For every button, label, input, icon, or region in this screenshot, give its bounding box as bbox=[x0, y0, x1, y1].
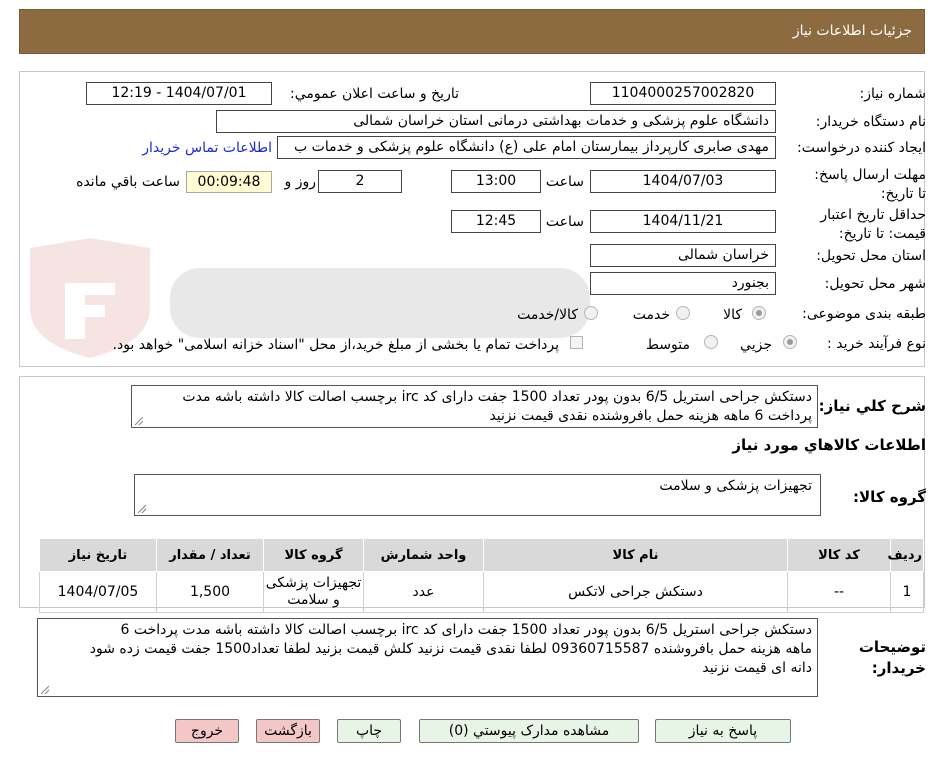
deadline-date-field: 1404/07/03 bbox=[590, 170, 776, 193]
summary-line-2: پرداخت 6 ماهه هزینه حمل بافروشنده نقدی ق… bbox=[489, 408, 812, 424]
cell-goods-name: دستکش جراحی لاتکس bbox=[483, 571, 788, 613]
summary-label: شرح کلي نياز: bbox=[818, 397, 926, 415]
goods-section-title: اطلاعات کالاهاي مورد نياز bbox=[732, 436, 926, 454]
category-radio-goods[interactable] bbox=[752, 306, 766, 320]
buyer-notes-label: توضيحات خريدار: bbox=[858, 638, 926, 677]
print-button[interactable]: چاپ bbox=[337, 719, 401, 743]
back-button[interactable]: بازگشت bbox=[256, 719, 320, 743]
remaining-time-field: 00:09:48 bbox=[186, 171, 272, 193]
category-label: طبقه بندی موضوعی: bbox=[802, 306, 926, 322]
deadline-time-label: ساعت bbox=[545, 174, 584, 190]
cell-unit: عدد bbox=[363, 571, 484, 613]
buyer-notes-line-1: دستکش جراحی استریل 6/5 بدون پودر تعداد 1… bbox=[120, 622, 812, 638]
buyer-org-field: دانشگاه علوم پزشکی و خدمات بهداشتی درمان… bbox=[216, 110, 776, 133]
buyer-notes-line-3: دانه ای قیمت نزنید bbox=[702, 660, 812, 676]
view-attachments-button[interactable]: مشاهده مدارک پیوستي (0) bbox=[419, 719, 639, 743]
summary-line-1: دستکش جراحی استریل 6/5 بدون پودر تعداد 1… bbox=[182, 389, 812, 405]
process-option-medium: متوسط bbox=[646, 337, 690, 353]
col-goods-name: نام کالا bbox=[483, 538, 788, 572]
process-label: نوع فرآیند خرید : bbox=[827, 336, 926, 352]
category-radio-service[interactable] bbox=[676, 306, 690, 320]
category-option-service: خدمت bbox=[632, 307, 670, 323]
category-radio-goods-service[interactable] bbox=[584, 306, 598, 320]
col-goods-group: گروه کالا bbox=[263, 538, 364, 572]
table-row: 1404/07/05 1,500 تجهیزات پزشکی و سلامت ع… bbox=[39, 571, 924, 613]
cell-quantity: 1,500 bbox=[156, 571, 264, 613]
col-row-number: رديف bbox=[887, 538, 924, 572]
buyer-org-label: نام دستگاه خريدار: bbox=[815, 114, 926, 130]
table-header-row: تاریخ نیاز تعداد / مقدار گروه کالا واحد … bbox=[39, 538, 924, 572]
cell-goods-code: -- bbox=[787, 571, 891, 613]
goods-group-field: تجهیزات پزشکی و سلامت bbox=[134, 474, 821, 516]
process-radio-medium[interactable] bbox=[704, 335, 718, 349]
col-quantity: تعداد / مقدار bbox=[156, 538, 264, 572]
exit-button[interactable]: خروج bbox=[175, 719, 239, 743]
cell-goods-group: تجهیزات پزشکی و سلامت bbox=[263, 571, 364, 613]
announce-label: تاریخ و ساعت اعلان عمومي: bbox=[290, 86, 459, 102]
days-label: روز و bbox=[284, 174, 317, 190]
buyer-notes-line-2: ماهه هزینه حمل بافروشنده 09360715587 لطف… bbox=[89, 641, 812, 657]
need-number-label: شماره نیاز: bbox=[859, 86, 927, 102]
resize-grip-icon[interactable] bbox=[135, 417, 143, 425]
remaining-label: ساعت باقي مانده bbox=[76, 174, 180, 190]
goods-group-value: تجهیزات پزشکی و سلامت bbox=[659, 478, 812, 494]
requester-label: ايجاد کننده درخواست: bbox=[797, 140, 926, 156]
announce-field: 1404/07/01 - 12:19 bbox=[86, 82, 272, 105]
goods-group-label: گروه کالا: bbox=[853, 488, 926, 506]
category-option-goods-service: کالا/خدمت bbox=[517, 307, 578, 323]
resize-grip-icon[interactable] bbox=[41, 686, 49, 694]
buyer-contact-link[interactable]: اطلاعات تماس خريدار bbox=[142, 140, 272, 156]
resize-grip-icon[interactable] bbox=[138, 505, 146, 513]
cell-row-number: 1 bbox=[890, 571, 924, 613]
process-radio-minor[interactable] bbox=[783, 335, 797, 349]
deadline-label: مهلت ارسال پاسخ: تا تاریخ: bbox=[814, 167, 926, 202]
city-label: شهر محل تحويل: bbox=[824, 276, 926, 292]
city-field: بجنورد bbox=[590, 272, 776, 295]
process-option-minor: جزیي bbox=[740, 337, 772, 353]
page-header: جزئیات اطلاعات نیاز bbox=[19, 9, 925, 54]
buyer-notes-text: دستکش جراحی استریل 6/5 بدون پودر تعداد 1… bbox=[37, 618, 818, 697]
need-number-field: 1104000257002820 bbox=[590, 82, 776, 105]
deadline-time-field: 13:00 bbox=[451, 170, 541, 193]
requester-field: مهدی صابری کارپرداز بیمارستان امام علی (… bbox=[277, 136, 776, 159]
goods-table: تاریخ نیاز تعداد / مقدار گروه کالا واحد … bbox=[39, 538, 924, 613]
validity-time-field: 12:45 bbox=[451, 210, 541, 233]
days-field: 2 bbox=[318, 170, 402, 193]
cell-need-date: 1404/07/05 bbox=[39, 571, 157, 613]
col-unit: واحد شمارش bbox=[363, 538, 484, 572]
validity-date-field: 1404/11/21 bbox=[590, 210, 776, 233]
validity-label: حداقل تاريخ اعتبار قيمت: تا تاریخ: bbox=[820, 207, 926, 242]
page-title: جزئیات اطلاعات نیاز bbox=[792, 23, 912, 39]
col-goods-code: کد کالا bbox=[787, 538, 891, 572]
payment-note: پرداخت تمام یا بخشی از مبلغ خرید،از محل … bbox=[112, 337, 559, 353]
category-option-goods: کالا bbox=[723, 307, 742, 323]
reply-button[interactable]: پاسخ به نیاز bbox=[655, 719, 791, 743]
province-field: خراسان شمالی bbox=[590, 244, 776, 267]
payment-treasury-checkbox[interactable] bbox=[570, 336, 583, 349]
province-label: استان محل تحويل: bbox=[816, 248, 926, 264]
validity-time-label: ساعت bbox=[545, 214, 584, 230]
col-need-date: تاریخ نیاز bbox=[39, 538, 157, 572]
summary-text: دستکش جراحی استریل 6/5 بدون پودر تعداد 1… bbox=[131, 385, 818, 428]
